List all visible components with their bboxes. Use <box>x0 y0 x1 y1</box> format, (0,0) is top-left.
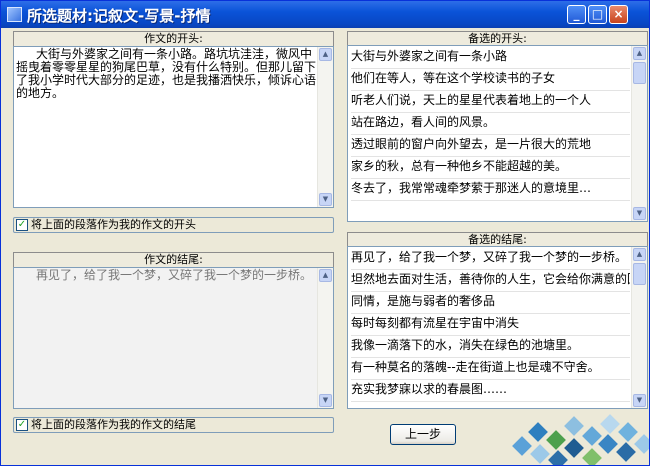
list-item[interactable]: 我像一滴落下的水，消失在绿色的池塘里。 <box>351 335 630 358</box>
back-button[interactable]: 上一步 <box>390 424 456 445</box>
list-item[interactable]: 他们在等人，等在这个学校读书的子女 <box>351 68 630 91</box>
scroll-up-arrow-icon[interactable]: ▲ <box>319 269 332 282</box>
list-item[interactable]: 同情，是施与弱者的奢侈品 <box>351 291 630 314</box>
ending-checkbox[interactable]: ✓ <box>16 419 28 431</box>
scroll-up-arrow-icon[interactable]: ▲ <box>633 47 646 60</box>
list-item[interactable]: 听老人们说，天上的星星代表着地上的一个人 <box>351 90 630 113</box>
list-item[interactable]: 冬去了，我常常魂牵梦萦于那迷人的意境里… <box>351 178 630 201</box>
ending-header: 作文的结尾: <box>13 252 334 267</box>
scroll-down-arrow-icon[interactable]: ▼ <box>319 394 332 407</box>
app-window: 所选题材:记叙文-写景-抒情 _ □ × 作文的开头: 大街与外婆家之间有一条小… <box>0 0 650 466</box>
close-button[interactable]: × <box>609 5 628 24</box>
candidate-endings-header: 备选的结尾: <box>347 232 648 247</box>
candidate-endings-scrollbar[interactable]: ▲ ▼ <box>631 247 647 408</box>
opening-text: 大街与外婆家之间有一条小路。路坑坑洼洼，微风中摇曳着零零星星的狗尾巴草，没有什么… <box>16 47 317 100</box>
opening-checkbox-row[interactable]: ✓ 将上面的段落作为我的作文的开头 <box>13 217 334 233</box>
scroll-down-arrow-icon[interactable]: ▼ <box>319 193 332 206</box>
candidate-openings-header: 备选的开头: <box>347 31 648 46</box>
minimize-button[interactable]: _ <box>567 5 586 24</box>
scroll-down-arrow-icon[interactable]: ▼ <box>633 207 646 220</box>
ending-checkbox-label: 将上面的段落作为我的作文的结尾 <box>31 418 196 431</box>
decorative-tile-pattern <box>501 411 649 465</box>
list-item[interactable]: 每时每刻都有流星在宇宙中消失 <box>351 313 630 336</box>
title-bar[interactable]: 所选题材:记叙文-写景-抒情 _ □ × <box>1 1 649 28</box>
candidate-endings-list[interactable]: 再见了，给了我一个梦，又碎了我一个梦的一步桥。 坦然地去面对生活，善待你的人生，… <box>347 246 648 409</box>
app-icon <box>7 7 22 22</box>
ending-scrollbar[interactable]: ▲ ▼ <box>317 268 333 408</box>
opening-textarea[interactable]: 大街与外婆家之间有一条小路。路坑坑洼洼，微风中摇曳着零零星星的狗尾巴草，没有什么… <box>13 46 334 208</box>
list-item[interactable]: 家乡的秋，总有一种他乡不能超越的美。 <box>351 156 630 179</box>
list-item[interactable]: 再见了，给了我一个梦，又碎了我一个梦的一步桥。 <box>351 247 630 270</box>
opening-header: 作文的开头: <box>13 31 334 46</box>
scroll-thumb[interactable] <box>633 263 646 285</box>
ending-text: 再见了，给了我一个梦，又碎了我一个梦的一步桥。 <box>36 268 313 282</box>
window-title: 所选题材:记叙文-写景-抒情 <box>27 7 211 25</box>
list-item[interactable]: 坦然地去面对生活，善待你的人生，它会给你满意的回答的。 <box>351 269 630 292</box>
scroll-up-arrow-icon[interactable]: ▲ <box>633 248 646 261</box>
candidate-openings-list[interactable]: 大街与外婆家之间有一条小路 他们在等人，等在这个学校读书的子女 听老人们说，天上… <box>347 45 648 222</box>
opening-checkbox[interactable]: ✓ <box>16 219 28 231</box>
scroll-thumb[interactable] <box>633 62 646 84</box>
opening-scrollbar[interactable]: ▲ ▼ <box>317 47 333 207</box>
list-item[interactable]: 透过眼前的窗户向外望去，是一片很大的荒地 <box>351 134 630 157</box>
list-item[interactable]: 大街与外婆家之间有一条小路 <box>351 46 630 69</box>
candidate-openings-scrollbar[interactable]: ▲ ▼ <box>631 46 647 221</box>
scroll-down-arrow-icon[interactable]: ▼ <box>633 394 646 407</box>
list-item[interactable]: 充实我梦寐以求的春晨图…… <box>351 379 630 402</box>
ending-textarea[interactable]: 再见了，给了我一个梦，又碎了我一个梦的一步桥。 ▲ ▼ <box>13 267 334 409</box>
list-item[interactable]: 有一种莫名的落魄--走在街道上也是魂不守舍。 <box>351 357 630 380</box>
list-item[interactable]: 站在路边，看人间的风景。 <box>351 112 630 135</box>
scroll-up-arrow-icon[interactable]: ▲ <box>319 48 332 61</box>
maximize-button[interactable]: □ <box>588 5 607 24</box>
opening-checkbox-label: 将上面的段落作为我的作文的开头 <box>31 218 196 231</box>
ending-checkbox-row[interactable]: ✓ 将上面的段落作为我的作文的结尾 <box>13 417 334 433</box>
